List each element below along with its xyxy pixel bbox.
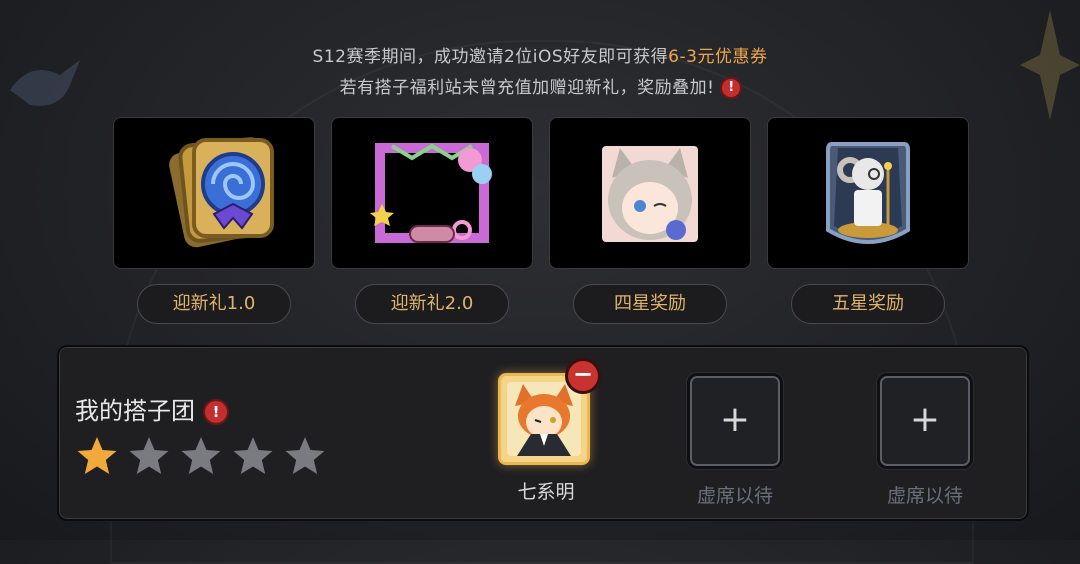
reward-item-four-star[interactable]: 四星奖励	[549, 117, 751, 324]
reward-card[interactable]	[113, 117, 315, 269]
team-member-slot[interactable]: − 七系明	[498, 358, 601, 504]
bonus-notice-text: 若有搭子福利站未曾充值加赠迎新礼，奖励叠加!	[339, 78, 715, 98]
reward-card[interactable]	[767, 117, 969, 269]
empty-slot-label: 虚席以待	[696, 485, 773, 507]
empty-slot-label: 虚席以待	[886, 485, 963, 507]
remove-member-button[interactable]: −	[565, 358, 601, 394]
team-title-text: 我的搭子团	[75, 397, 195, 425]
star-icon-3	[181, 437, 221, 474]
reward-label: 五星奖励	[791, 284, 945, 324]
add-member-button[interactable]: +	[877, 373, 973, 469]
reward-label: 四星奖励	[573, 284, 727, 324]
plus-icon: +	[909, 399, 941, 440]
plus-icon: +	[719, 399, 751, 440]
reward-label: 迎新礼1.0	[137, 284, 291, 324]
reward-item-welcome-2[interactable]: 迎新礼2.0	[331, 117, 533, 324]
star-icon-5	[285, 437, 325, 474]
reward-item-five-star[interactable]: 五星奖励	[767, 117, 969, 324]
empty-slot-2[interactable]: + 虚席以待	[877, 373, 973, 508]
info-warning-icon[interactable]: !	[722, 79, 741, 97]
catgirl-portrait-icon	[602, 146, 698, 242]
reward-card[interactable]	[549, 117, 751, 269]
star-icon-2	[129, 437, 169, 474]
team-panel: 我的搭子团! − 七系明 + 虚席以待 + 虚席以待	[57, 345, 1029, 521]
bonus-notice: 若有搭子福利站未曾充值加赠迎新礼，奖励叠加!!	[0, 73, 1080, 98]
empty-slot-1[interactable]: + 虚席以待	[687, 373, 783, 508]
invite-notice: S12赛季期间，成功邀请2位iOS好友即可获得6-3元优惠券	[0, 42, 1080, 67]
team-info-warning-icon[interactable]: !	[205, 401, 227, 423]
team-title: 我的搭子团!	[75, 391, 227, 426]
member-name: 七系明	[517, 481, 575, 503]
add-member-button[interactable]: +	[687, 373, 783, 469]
coupon-highlight: 6-3元优惠券	[668, 47, 768, 67]
star-icon-4	[233, 437, 273, 474]
star-icon-1	[77, 437, 117, 474]
ram-butler-portrait-icon	[826, 142, 910, 244]
team-star-rating	[75, 435, 327, 477]
party-frame-icon	[370, 143, 492, 243]
invite-notice-text: S12赛季期间，成功邀请2位iOS好友即可获得	[312, 47, 669, 67]
member-avatar[interactable]: −	[498, 358, 601, 465]
reward-label: 迎新礼2.0	[355, 284, 509, 324]
reward-item-welcome-1[interactable]: 迎新礼1.0	[113, 117, 315, 324]
lollipop-card-icon	[169, 137, 274, 248]
reward-card[interactable]	[331, 117, 533, 269]
